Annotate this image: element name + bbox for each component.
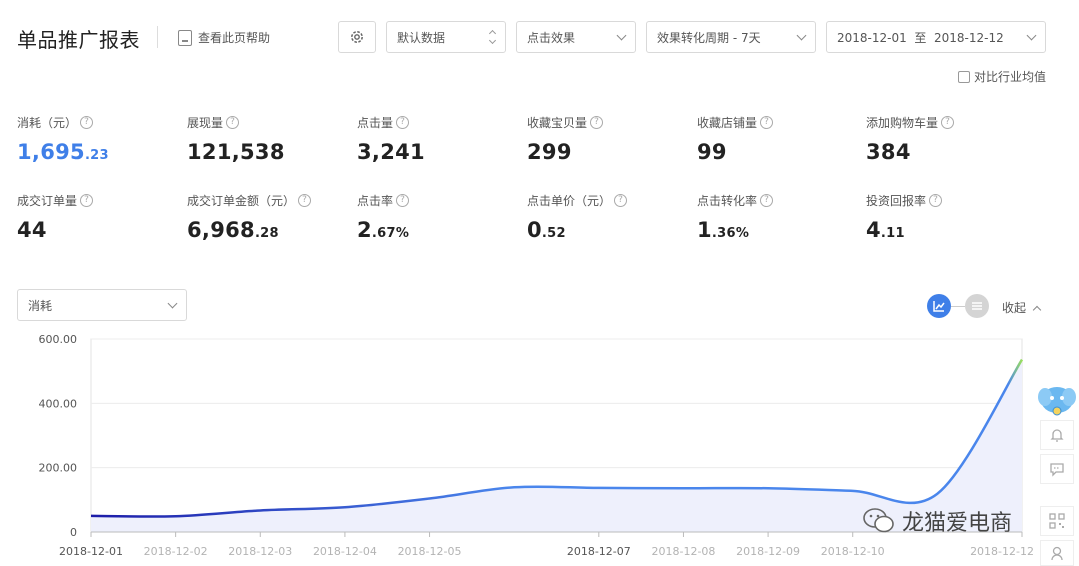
x-tick-label: 2018-12-03 bbox=[228, 545, 292, 558]
x-tick-label: 2018-12-08 bbox=[651, 545, 715, 558]
x-tick-label: 2018-12-01 bbox=[59, 545, 123, 558]
service-icon bbox=[1051, 546, 1063, 561]
y-tick-label: 200.00 bbox=[39, 462, 78, 475]
x-tick-label: 2018-12-09 bbox=[736, 545, 800, 558]
mascot-button[interactable] bbox=[1037, 383, 1077, 419]
x-tick-label: 2018-12-04 bbox=[313, 545, 377, 558]
bell-icon bbox=[1050, 429, 1064, 442]
wechat-icon bbox=[863, 508, 894, 533]
report-page: 单品推广报表 查看此页帮助 默认数据 点击效果 效果转化周期 - 7天 2018… bbox=[0, 0, 1079, 566]
y-tick-label: 400.00 bbox=[39, 397, 78, 410]
y-tick-label: 600.00 bbox=[39, 333, 78, 346]
customer-service-button[interactable] bbox=[1040, 540, 1074, 566]
spend-line-chart: 600.00 400.00 200.00 0 2018-12-01 2018-12-02 2… bbox=[39, 333, 1035, 558]
notification-button[interactable] bbox=[1040, 420, 1074, 450]
x-tick-label: 2018-12-02 bbox=[144, 545, 208, 558]
x-tick-label: 2018-12-10 bbox=[821, 545, 885, 558]
x-tick-label: 2018-12-07 bbox=[567, 545, 631, 558]
x-tick-label: 2018-12-05 bbox=[398, 545, 462, 558]
qr-code-button[interactable] bbox=[1040, 506, 1074, 536]
x-tick-label: 2018-12-12 bbox=[970, 545, 1034, 558]
qr-icon bbox=[1049, 513, 1065, 529]
chat-button[interactable] bbox=[1040, 454, 1074, 484]
watermark-text: 龙猫爱电商 bbox=[902, 511, 1013, 536]
chat-icon bbox=[1050, 463, 1064, 477]
watermark: 龙猫爱电商 bbox=[862, 505, 1012, 537]
y-tick-label: 0 bbox=[70, 526, 77, 539]
mascot-icon bbox=[1038, 387, 1076, 416]
